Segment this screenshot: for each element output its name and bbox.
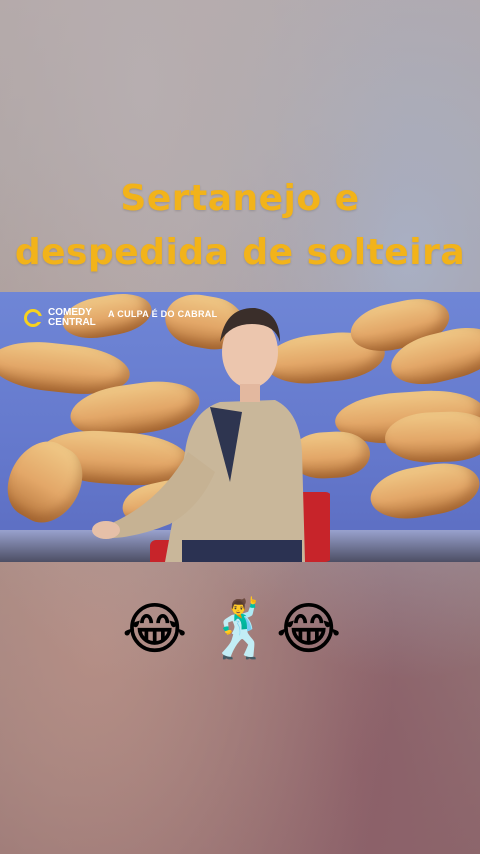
comedy-central-logo: COMEDY CENTRAL — [24, 308, 96, 328]
emoji-row: 😂 🕺 😂 — [0, 590, 480, 670]
show-title: A CULPA É DO CABRAL — [108, 309, 218, 319]
face-with-tears-of-joy-icon: 😂 — [276, 597, 342, 662]
caption-line-2: despedida de solteira — [14, 232, 466, 273]
banana-image — [366, 456, 480, 526]
channel-logo-line-2: CENTRAL — [48, 317, 96, 328]
stage-backdrop — [0, 292, 480, 562]
caption-line-1: Sertanejo e — [120, 178, 360, 219]
video-caption: Sertanejo e despedida de solteira — [0, 172, 480, 280]
video-frame[interactable]: COMEDY CENTRAL A CULPA É DO CABRAL — [0, 292, 480, 562]
face-with-tears-of-joy-icon: 😂 — [122, 597, 188, 662]
presenter-figure — [92, 307, 330, 562]
man-dancing-icon: 🕺 — [206, 597, 276, 662]
comedy-central-ring-icon — [24, 309, 43, 327]
